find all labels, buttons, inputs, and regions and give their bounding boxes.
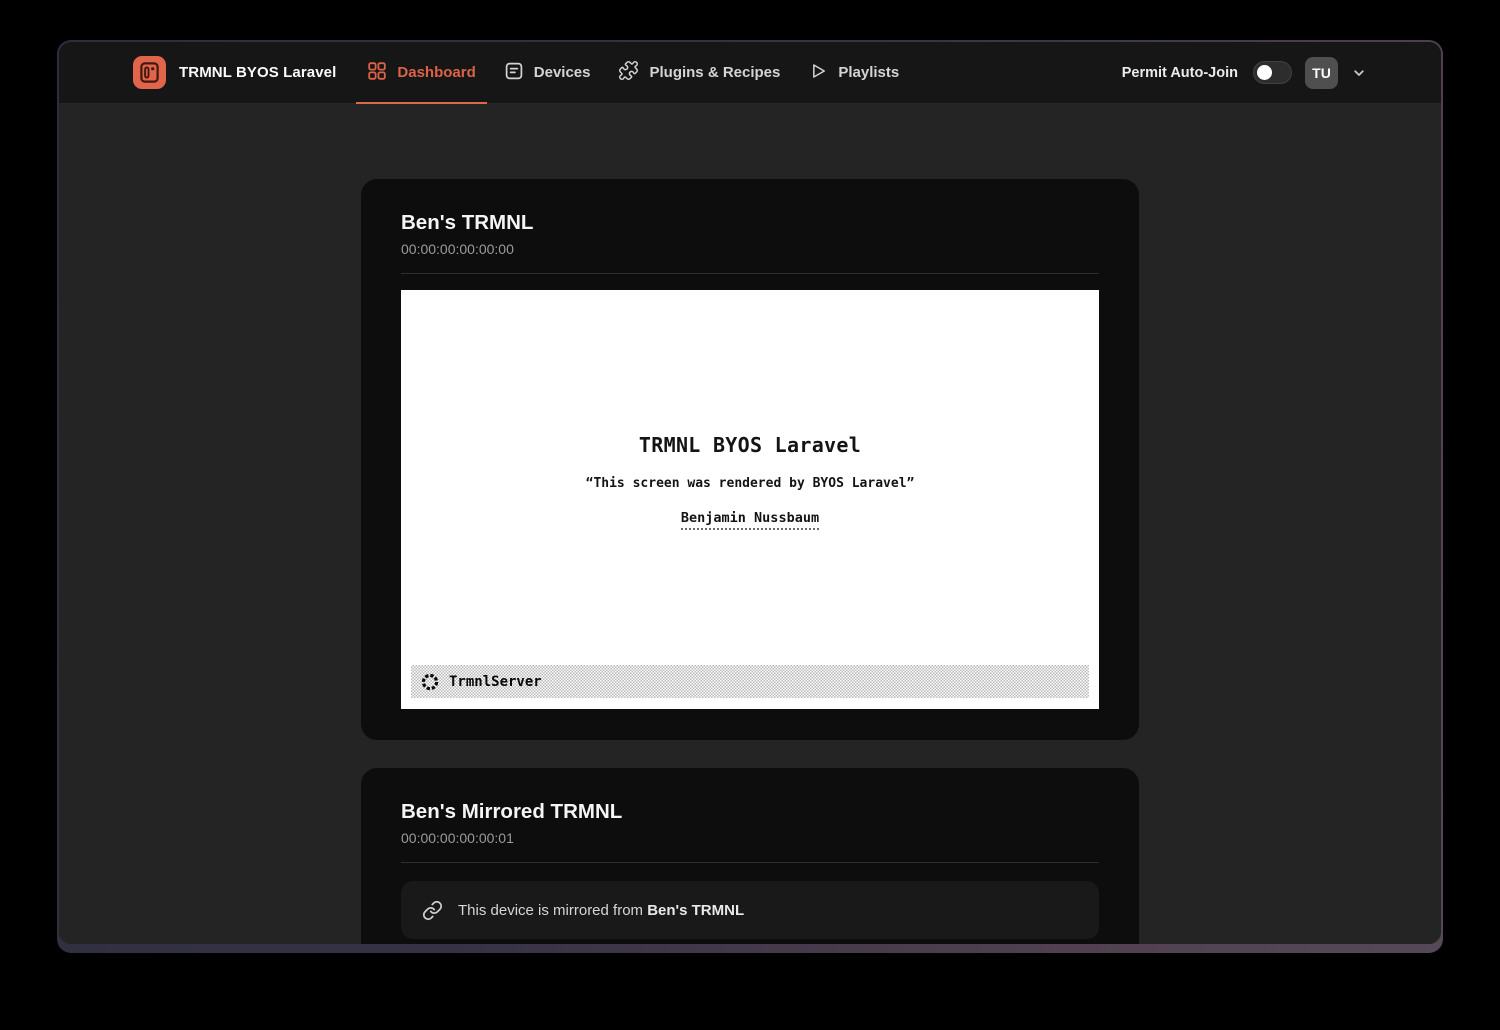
- puzzle-icon: [618, 60, 639, 85]
- screen-title: TRMNL BYOS Laravel: [401, 433, 1099, 457]
- divider: [401, 273, 1099, 274]
- nav-tab-playlists[interactable]: Playlists: [797, 42, 910, 103]
- screen-status-bar: TrmnlServer: [411, 665, 1089, 698]
- mirror-source-device: Ben's TRMNL: [647, 902, 744, 919]
- nav-tab-label: Dashboard: [397, 64, 475, 81]
- permit-auto-join-label: Permit Auto-Join: [1122, 65, 1238, 81]
- chevron-down-icon[interactable]: [1351, 65, 1367, 81]
- dashboard-content: Ben's TRMNL 00:00:00:00:00:00 TRMNL BYOS…: [59, 104, 1441, 944]
- mirror-notice-text: This device is mirrored from Ben's TRMNL: [458, 902, 744, 919]
- top-navbar: TRMNL BYOS Laravel Dashboard: [59, 42, 1441, 104]
- brand: TRMNL BYOS Laravel: [133, 56, 336, 89]
- user-avatar[interactable]: TU: [1305, 57, 1338, 89]
- nav-tab-dashboard[interactable]: Dashboard: [356, 42, 486, 103]
- app-window-frame: TRMNL BYOS Laravel Dashboard: [57, 40, 1443, 953]
- main-nav: Dashboard Devices: [356, 42, 910, 103]
- device-card: Ben's TRMNL 00:00:00:00:00:00 TRMNL BYOS…: [361, 179, 1139, 740]
- nav-tab-label: Devices: [534, 64, 591, 81]
- device-screen-preview: TRMNL BYOS Laravel “This screen was rend…: [401, 290, 1099, 709]
- navbar-right: Permit Auto-Join TU: [1122, 57, 1367, 89]
- screen-author: Benjamin Nussbaum: [401, 510, 1099, 526]
- device-card: Ben's Mirrored TRMNL 00:00:00:00:00:01 T…: [361, 768, 1139, 944]
- nav-tab-label: Plugins & Recipes: [649, 64, 780, 81]
- grid-icon: [367, 61, 387, 85]
- devices-icon: [504, 61, 524, 85]
- brand-name: TRMNL BYOS Laravel: [179, 64, 336, 81]
- screen-status-bar-label: TrmnlServer: [449, 674, 542, 690]
- nav-tab-plugins-recipes[interactable]: Plugins & Recipes: [607, 42, 791, 103]
- device-mac-address: 00:00:00:00:00:00: [401, 241, 1099, 257]
- mirror-notice: This device is mirrored from Ben's TRMNL: [401, 881, 1099, 939]
- device-name: Ben's TRMNL: [401, 211, 1099, 235]
- toggle-knob: [1257, 65, 1272, 80]
- divider: [401, 862, 1099, 863]
- device-name: Ben's Mirrored TRMNL: [401, 800, 1099, 824]
- nav-tab-label: Playlists: [838, 64, 899, 81]
- trmnl-logo-icon: [133, 56, 166, 89]
- screen-quote: “This screen was rendered by BYOS Larave…: [401, 476, 1099, 491]
- nav-tab-devices[interactable]: Devices: [493, 42, 602, 103]
- play-icon: [808, 61, 828, 85]
- spinner-icon: [420, 672, 440, 692]
- device-mac-address: 00:00:00:00:00:01: [401, 830, 1099, 846]
- permit-auto-join-toggle[interactable]: [1253, 61, 1292, 84]
- app-window: TRMNL BYOS Laravel Dashboard: [59, 42, 1441, 944]
- link-icon: [422, 900, 443, 921]
